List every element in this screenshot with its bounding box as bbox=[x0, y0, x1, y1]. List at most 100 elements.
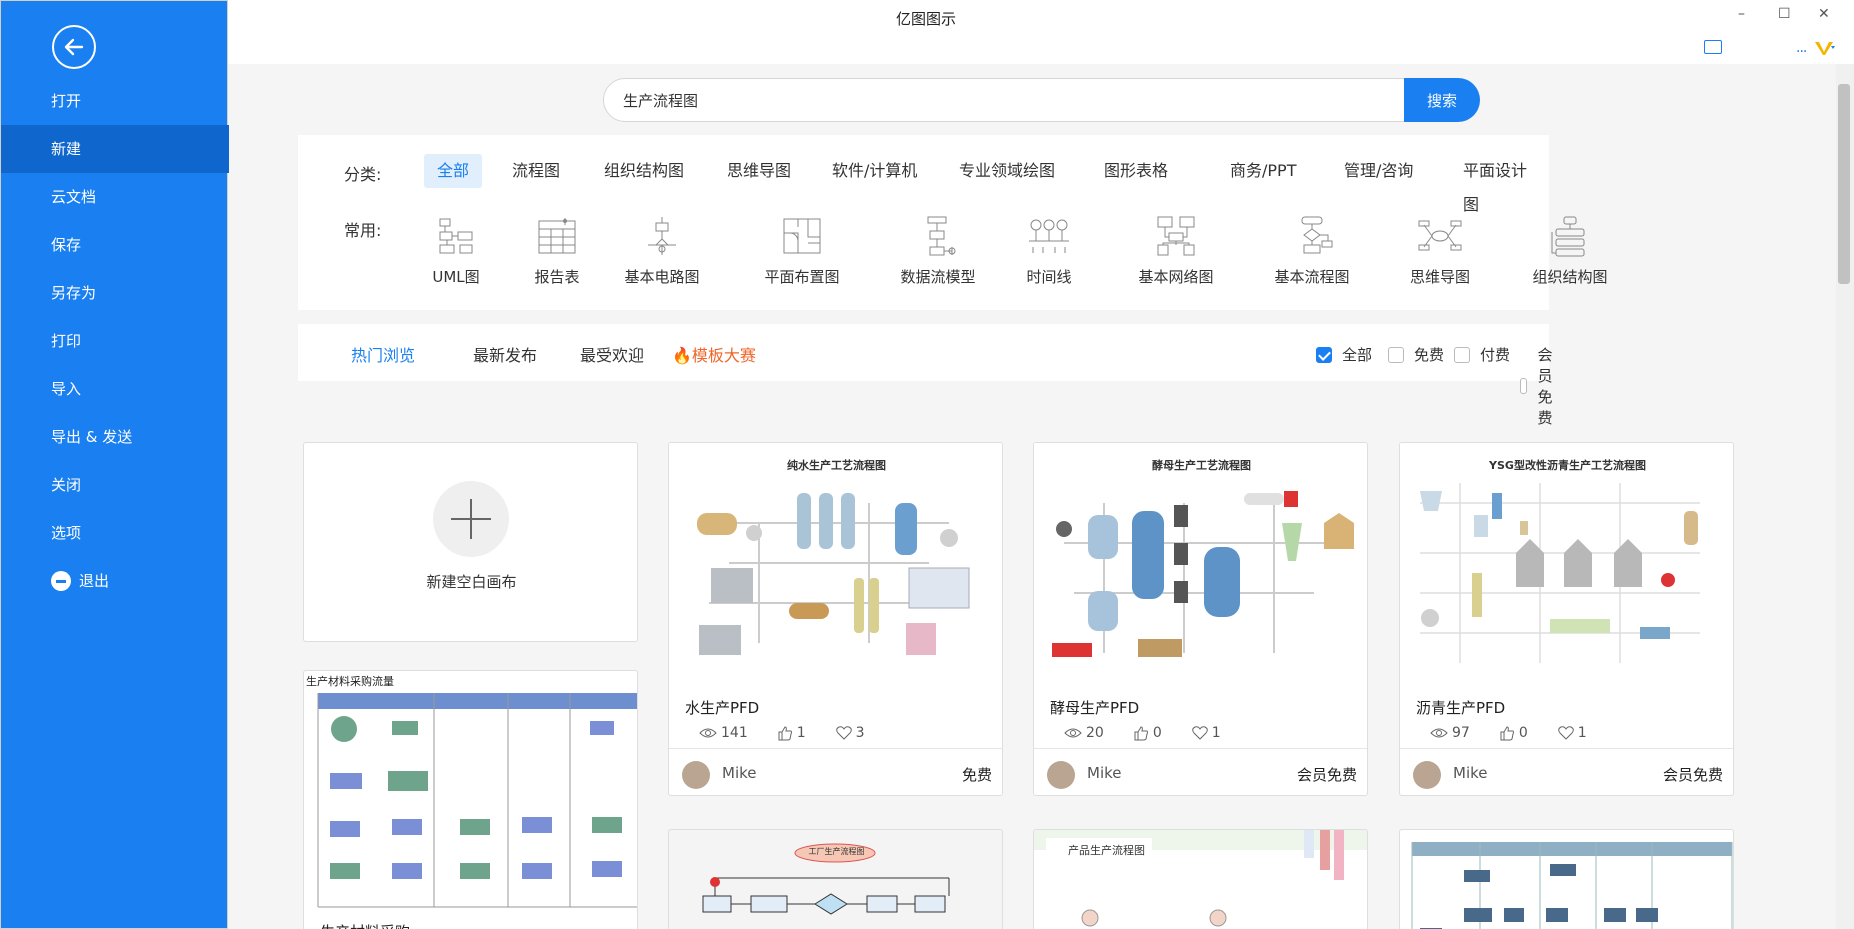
close-button[interactable]: ✕ bbox=[1818, 6, 1830, 22]
sidebar-item-import[interactable]: 导入 bbox=[1, 365, 229, 413]
common-circuit[interactable]: 基本电路图 bbox=[618, 215, 706, 287]
checkbox-label: 全部 bbox=[1342, 346, 1373, 364]
template-name: 生产材料采购 bbox=[320, 921, 410, 929]
more-button[interactable]: ... bbox=[1796, 40, 1807, 56]
category-flowchart[interactable]: 流程图 bbox=[499, 154, 573, 188]
author-name[interactable]: Mike bbox=[1453, 764, 1488, 782]
template-card[interactable]: 产品生产流程图 bbox=[1033, 829, 1368, 929]
template-card[interactable]: 工厂生产流程图 bbox=[668, 829, 1003, 929]
category-graphic-design[interactable]: 平面设计图 bbox=[1450, 154, 1549, 214]
template-card[interactable] bbox=[1399, 829, 1734, 929]
sidebar-item-label: 新建 bbox=[51, 140, 82, 158]
sidebar-item-export-send[interactable]: 导出 & 发送 bbox=[1, 413, 229, 461]
sidebar-item-cloud-docs[interactable]: 云文档 bbox=[1, 173, 229, 221]
sidebar-item-label: 打印 bbox=[51, 332, 82, 350]
tab-latest[interactable]: 最新发布 bbox=[473, 342, 537, 366]
data-flow-icon bbox=[927, 216, 956, 256]
common-timeline[interactable]: 时间线 bbox=[1021, 215, 1077, 287]
sidebar-item-save-as[interactable]: 另存为 bbox=[1, 269, 229, 317]
sidebar-item-exit[interactable]: 退出 bbox=[1, 557, 229, 605]
scrollbar-thumb[interactable] bbox=[1838, 84, 1850, 284]
filter-free-checkbox[interactable]: 免费 bbox=[1388, 344, 1444, 365]
sidebar-item-close[interactable]: 关闭 bbox=[1, 461, 229, 509]
sidebar-item-options[interactable]: 选项 bbox=[1, 509, 229, 557]
views-count: 20 bbox=[1086, 725, 1104, 741]
filter-paid-checkbox[interactable]: 付费 bbox=[1454, 344, 1510, 365]
common-report[interactable]: 报告表 bbox=[529, 215, 585, 287]
maximize-button[interactable]: ☐ bbox=[1778, 6, 1791, 22]
back-button[interactable] bbox=[52, 25, 96, 69]
filter-member-free-checkbox[interactable]: 会员免费 bbox=[1520, 344, 1561, 428]
template-card[interactable]: 生产材料采购流量 生产材料采购 bbox=[303, 670, 638, 929]
likes-count: 0 bbox=[1152, 725, 1162, 741]
avatar[interactable] bbox=[682, 761, 710, 789]
common-data-flow[interactable]: 数据流模型 bbox=[894, 215, 982, 287]
report-table-icon bbox=[538, 218, 576, 254]
new-blank-canvas-card[interactable]: 新建空白画布 bbox=[303, 442, 638, 642]
tab-contest[interactable]: 🔥模板大赛 bbox=[672, 342, 756, 366]
common-label-text: 基本流程图 bbox=[1274, 268, 1350, 286]
author-name[interactable]: Mike bbox=[722, 764, 757, 782]
template-card[interactable]: 纯水生产工艺流程图 水生产PFD 141 1 3 Mike 免费 bbox=[668, 442, 1003, 796]
favs-stat[interactable]: 1 bbox=[1557, 725, 1587, 741]
price-badge: 会员免费 bbox=[1662, 766, 1723, 784]
avatar[interactable] bbox=[1047, 761, 1075, 789]
category-management[interactable]: 管理/咨询 bbox=[1331, 154, 1426, 188]
category-software[interactable]: 软件/计算机 bbox=[819, 154, 930, 188]
flowchart-icon bbox=[1301, 216, 1333, 254]
checkbox-label: 会员免费 bbox=[1537, 346, 1553, 427]
sidebar-item-new[interactable]: 新建 bbox=[1, 125, 229, 173]
likes-stat[interactable]: 0 bbox=[1500, 725, 1528, 741]
views-count: 141 bbox=[721, 725, 748, 741]
mind-map-icon bbox=[1418, 220, 1462, 251]
author-name[interactable]: Mike bbox=[1087, 764, 1122, 782]
price-badge: 免费 bbox=[961, 766, 992, 784]
category-org-chart[interactable]: 组织结构图 bbox=[591, 154, 697, 188]
views-stat: 141 bbox=[699, 725, 748, 741]
category-mind-map[interactable]: 思维导图 bbox=[714, 154, 804, 188]
filter-all-checkbox[interactable]: 全部 bbox=[1316, 344, 1372, 365]
category-professional[interactable]: 专业领域绘图 bbox=[946, 154, 1068, 188]
chat-icon[interactable] bbox=[1704, 40, 1722, 54]
favs-stat[interactable]: 1 bbox=[1191, 725, 1221, 741]
category-all[interactable]: 全部 bbox=[424, 154, 483, 188]
vip-crown-icon[interactable] bbox=[1813, 38, 1835, 56]
avatar[interactable] bbox=[1413, 761, 1441, 789]
checkbox-label: 免费 bbox=[1414, 346, 1445, 364]
common-floor-plan[interactable]: 平面布置图 bbox=[758, 215, 846, 287]
template-card[interactable]: 酵母生产工艺流程图 酵母生产PFD 20 0 1 Mike 会员免费 bbox=[1033, 442, 1368, 796]
flowchart-diagram-image bbox=[702, 843, 950, 915]
thumbs-up-icon bbox=[1134, 725, 1148, 740]
category-label: 分类: bbox=[344, 165, 382, 184]
likes-count: 0 bbox=[1518, 725, 1528, 741]
sidebar-item-label: 保存 bbox=[51, 236, 82, 254]
category-graphic-table[interactable]: 图形表格 bbox=[1091, 154, 1181, 188]
timeline-icon bbox=[1029, 219, 1069, 253]
eye-icon bbox=[1064, 728, 1082, 738]
common-org-chart[interactable]: 组织结构图 bbox=[1526, 215, 1614, 287]
likes-stat[interactable]: 1 bbox=[778, 725, 806, 741]
search-input[interactable] bbox=[603, 78, 1407, 122]
sidebar-item-open[interactable]: 打开 bbox=[1, 77, 229, 125]
category-business-ppt[interactable]: 商务/PPT bbox=[1217, 154, 1309, 188]
heart-icon bbox=[835, 726, 852, 740]
template-card[interactable]: YSG型改性沥青生产工艺流程图 沥青生产PFD 97 0 1 Mike 会员免费 bbox=[1399, 442, 1734, 796]
common-basic-flowchart[interactable]: 基本流程图 bbox=[1268, 215, 1356, 287]
sidebar-item-label: 导出 & 发送 bbox=[51, 428, 133, 446]
tab-popular[interactable]: 最受欢迎 bbox=[580, 342, 644, 366]
tab-hot[interactable]: 热门浏览 bbox=[351, 342, 415, 366]
sidebar-item-save[interactable]: 保存 bbox=[1, 221, 229, 269]
common-label-text: 思维导图 bbox=[1409, 268, 1470, 286]
checkbox-box bbox=[1388, 346, 1404, 363]
likes-stat[interactable]: 0 bbox=[1134, 725, 1162, 741]
common-network[interactable]: 基本网络图 bbox=[1132, 215, 1220, 287]
common-uml[interactable]: UML图 bbox=[426, 215, 486, 287]
thumbs-up-icon bbox=[1500, 725, 1514, 740]
favs-stat[interactable]: 3 bbox=[835, 725, 865, 741]
minimize-button[interactable]: – bbox=[1738, 6, 1745, 22]
process-diagram-image bbox=[1420, 483, 1700, 663]
new-canvas-label: 新建空白画布 bbox=[426, 573, 517, 591]
search-button[interactable]: 搜索 bbox=[1404, 78, 1480, 122]
sidebar-item-print[interactable]: 打印 bbox=[1, 317, 229, 365]
common-mind-map[interactable]: 思维导图 bbox=[1405, 215, 1475, 287]
